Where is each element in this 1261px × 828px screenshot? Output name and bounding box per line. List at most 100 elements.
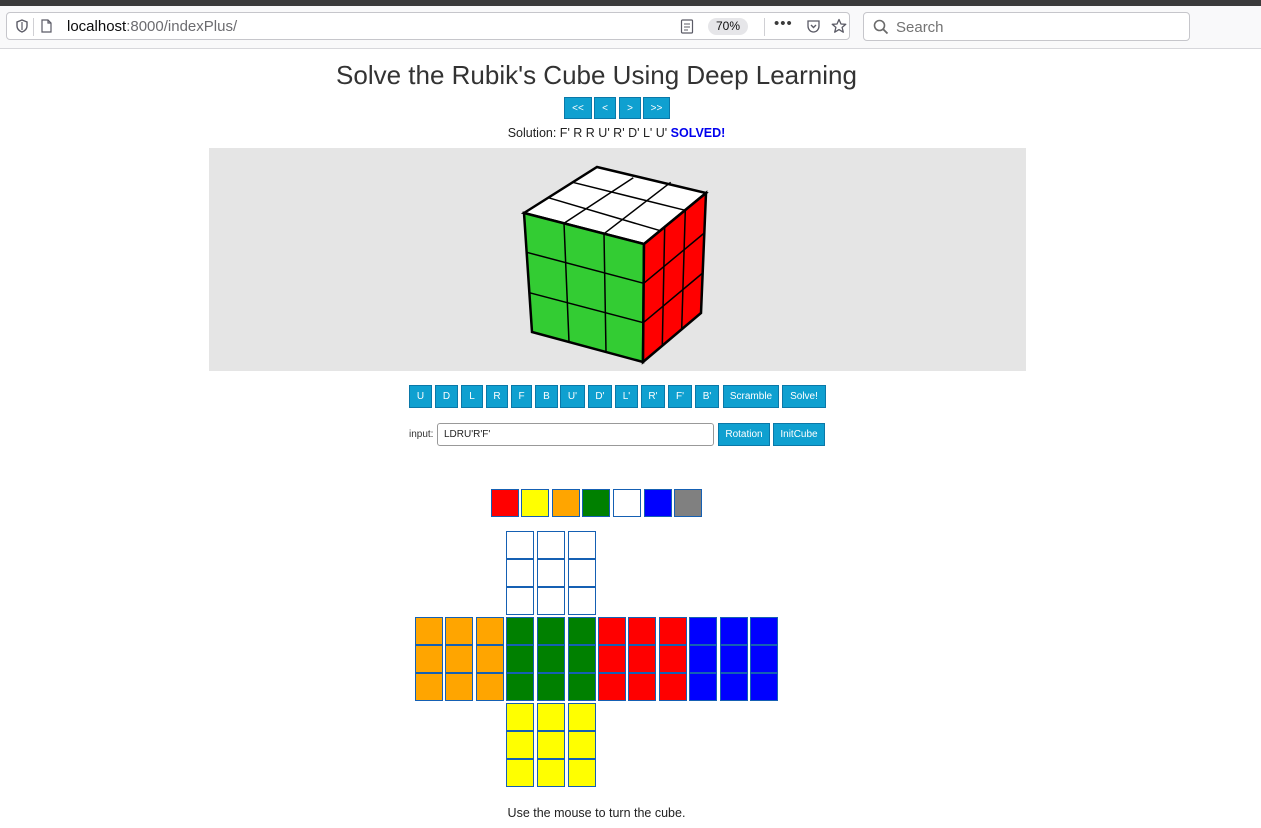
solved-status: SOLVED!: [670, 126, 726, 140]
solution-text: Solution: F' R R U' R' D' L' U': [507, 126, 668, 140]
net-sticker-b-2[interactable]: [720, 617, 748, 645]
shield-icon[interactable]: [15, 19, 29, 33]
net-sticker-b-3[interactable]: [750, 617, 778, 645]
net-sticker-d-3[interactable]: [568, 703, 596, 731]
move-f-button[interactable]: F: [511, 385, 532, 408]
net-sticker-b-7[interactable]: [689, 673, 717, 701]
net-sticker-b-1[interactable]: [689, 617, 717, 645]
palette-swatch-blue[interactable]: [644, 489, 672, 517]
palette-swatch-yellow[interactable]: [521, 489, 549, 517]
cube-3d-render[interactable]: [209, 148, 1026, 371]
net-sticker-d-5[interactable]: [537, 731, 565, 759]
palette-swatch-green[interactable]: [582, 489, 610, 517]
net-sticker-u-9[interactable]: [568, 587, 596, 615]
net-sticker-r-9[interactable]: [659, 673, 687, 701]
net-sticker-l-4[interactable]: [415, 645, 443, 673]
net-sticker-u-1[interactable]: [506, 531, 534, 559]
net-sticker-r-4[interactable]: [598, 645, 626, 673]
net-sticker-f-9[interactable]: [568, 673, 596, 701]
first-step-button[interactable]: <<: [564, 97, 592, 119]
url-separator: [33, 18, 34, 36]
net-sticker-l-9[interactable]: [476, 673, 504, 701]
net-sticker-b-4[interactable]: [689, 645, 717, 673]
net-sticker-b-5[interactable]: [720, 645, 748, 673]
net-sticker-l-1[interactable]: [415, 617, 443, 645]
prev-step-button[interactable]: <: [594, 97, 616, 119]
net-sticker-u-8[interactable]: [537, 587, 565, 615]
net-sticker-l-7[interactable]: [415, 673, 443, 701]
net-sticker-l-5[interactable]: [445, 645, 473, 673]
move-r-button[interactable]: R: [486, 385, 508, 408]
url-bar[interactable]: localhost:8000/indexPlus/ 70% •••: [6, 12, 850, 40]
move-l-prime-button[interactable]: L': [615, 385, 638, 408]
palette-swatch-white[interactable]: [613, 489, 641, 517]
move-d-prime-button[interactable]: D': [588, 385, 612, 408]
net-sticker-u-5[interactable]: [537, 559, 565, 587]
search-input[interactable]: [894, 16, 1178, 38]
cube-3d-viewport[interactable]: [209, 148, 1026, 371]
net-sticker-d-2[interactable]: [537, 703, 565, 731]
move-b-button[interactable]: B: [535, 385, 558, 408]
move-u-button[interactable]: U: [409, 385, 432, 408]
net-sticker-d-8[interactable]: [537, 759, 565, 787]
net-sticker-l-2[interactable]: [445, 617, 473, 645]
net-sticker-u-3[interactable]: [568, 531, 596, 559]
search-bar[interactable]: [863, 12, 1190, 41]
palette-swatch-gray[interactable]: [674, 489, 702, 517]
net-sticker-f-1[interactable]: [506, 617, 534, 645]
net-sticker-d-4[interactable]: [506, 731, 534, 759]
net-sticker-d-6[interactable]: [568, 731, 596, 759]
rotation-button[interactable]: Rotation: [718, 423, 770, 446]
net-sticker-b-6[interactable]: [750, 645, 778, 673]
move-l-button[interactable]: L: [461, 385, 483, 408]
url-text[interactable]: localhost:8000/indexPlus/: [67, 18, 237, 35]
url-path: :8000/indexPlus/: [126, 18, 238, 35]
pocket-icon[interactable]: [806, 19, 821, 34]
moves-input[interactable]: [437, 423, 714, 446]
net-sticker-u-7[interactable]: [506, 587, 534, 615]
palette-swatch-red[interactable]: [491, 489, 519, 517]
net-sticker-u-4[interactable]: [506, 559, 534, 587]
net-sticker-r-2[interactable]: [628, 617, 656, 645]
net-sticker-b-9[interactable]: [750, 673, 778, 701]
net-sticker-l-3[interactable]: [476, 617, 504, 645]
net-sticker-l-6[interactable]: [476, 645, 504, 673]
move-b-prime-button[interactable]: B': [695, 385, 719, 408]
net-sticker-u-2[interactable]: [537, 531, 565, 559]
net-sticker-r-3[interactable]: [659, 617, 687, 645]
net-sticker-d-1[interactable]: [506, 703, 534, 731]
solve-button[interactable]: Solve!: [782, 385, 826, 408]
move-f-prime-button[interactable]: F': [668, 385, 692, 408]
net-sticker-r-1[interactable]: [598, 617, 626, 645]
more-actions-icon[interactable]: •••: [774, 15, 793, 32]
net-sticker-d-7[interactable]: [506, 759, 534, 787]
page-icon: [41, 19, 52, 33]
net-sticker-f-3[interactable]: [568, 617, 596, 645]
zoom-badge[interactable]: 70%: [708, 18, 749, 35]
net-sticker-f-2[interactable]: [537, 617, 565, 645]
net-sticker-f-6[interactable]: [568, 645, 596, 673]
initcube-button[interactable]: InitCube: [773, 423, 825, 446]
net-sticker-f-5[interactable]: [537, 645, 565, 673]
net-sticker-r-8[interactable]: [628, 673, 656, 701]
input-label: input:: [409, 429, 434, 440]
move-u-prime-button[interactable]: U': [560, 385, 585, 408]
reader-view-icon[interactable]: [680, 19, 694, 34]
net-sticker-r-5[interactable]: [628, 645, 656, 673]
net-sticker-f-4[interactable]: [506, 645, 534, 673]
net-sticker-u-6[interactable]: [568, 559, 596, 587]
net-sticker-d-9[interactable]: [568, 759, 596, 787]
net-sticker-r-7[interactable]: [598, 673, 626, 701]
net-sticker-f-8[interactable]: [537, 673, 565, 701]
net-sticker-b-8[interactable]: [720, 673, 748, 701]
palette-swatch-orange[interactable]: [552, 489, 580, 517]
net-sticker-l-8[interactable]: [445, 673, 473, 701]
next-step-button[interactable]: >: [619, 97, 641, 119]
move-d-button[interactable]: D: [435, 385, 458, 408]
scramble-button[interactable]: Scramble: [723, 385, 779, 408]
net-sticker-r-6[interactable]: [659, 645, 687, 673]
bookmark-star-icon[interactable]: [831, 18, 847, 34]
move-r-prime-button[interactable]: R': [641, 385, 665, 408]
last-step-button[interactable]: >>: [643, 97, 670, 119]
net-sticker-f-7[interactable]: [506, 673, 534, 701]
